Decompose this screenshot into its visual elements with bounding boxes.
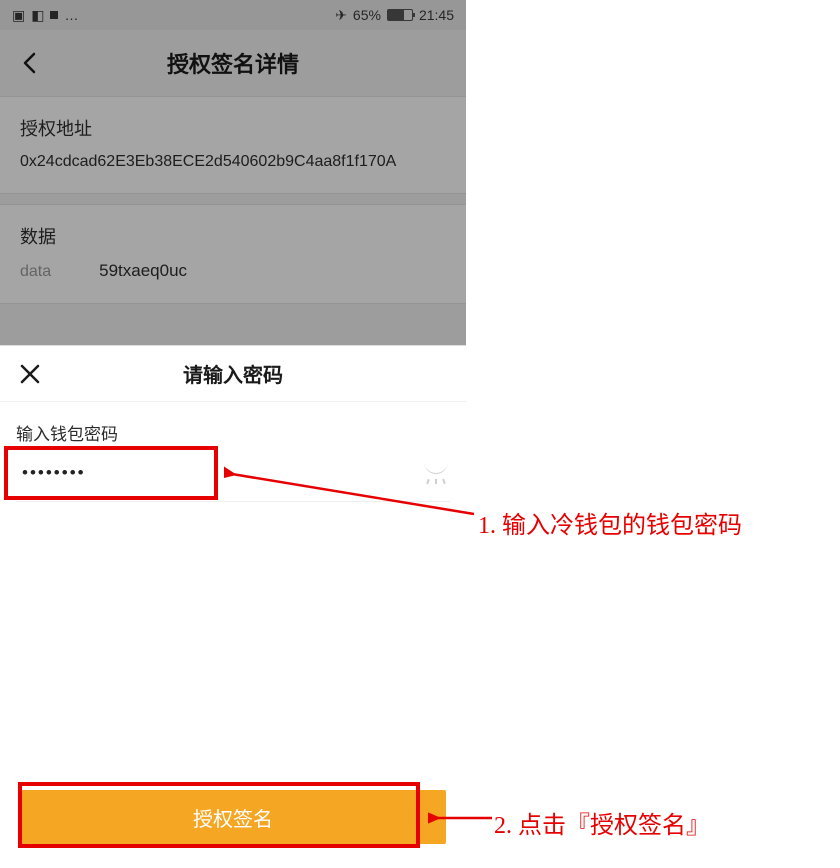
password-field-label: 输入钱包密码 [16,420,450,445]
auth-address-value: 0x24cdcad62E3Eb38ECE2d540602b9C4aa8f1f17… [20,153,446,171]
data-key: data [20,263,51,281]
battery-percent: 65% [353,7,381,23]
status-left-icons: ▣ ◧ … [12,7,78,24]
battery-icon [387,9,413,21]
data-section: 数据 data 59txaeq0uc [0,204,466,304]
password-sheet: 请输入密码 输入钱包密码 授权签名 [0,346,466,868]
password-row [16,455,450,502]
sheet-header: 请输入密码 [0,346,466,402]
status-time: 21:45 [419,7,454,23]
phone-screen: ▣ ◧ … ✈ 65% 21:45 授权签名详情 [0,0,466,868]
sheet-footer: 授权签名 [0,774,466,868]
status-more: … [64,7,78,23]
status-bar: ▣ ◧ … ✈ 65% 21:45 [0,0,466,30]
data-section-label: 数据 [20,223,446,249]
page-title: 授权签名详情 [0,47,466,79]
annotation-text-2: 2. 点击『授权签名』 [494,805,710,840]
status-icon: ▣ [12,7,25,24]
data-row: data 59txaeq0uc [20,261,446,281]
status-icon [50,11,58,19]
auth-address-section: 授权地址 0x24cdcad62E3Eb38ECE2d540602b9C4aa8… [0,96,466,194]
annotation-text-1: 1. 输入冷钱包的钱包密码 [478,505,742,540]
airplane-mode-icon: ✈ [335,7,347,24]
auth-address-label: 授权地址 [20,115,446,141]
status-right: ✈ 65% 21:45 [335,7,454,24]
authorize-sign-button[interactable]: 授权签名 [20,790,446,844]
sheet-title: 请输入密码 [0,359,466,388]
toggle-password-visibility[interactable] [424,466,450,480]
data-value: 59txaeq0uc [99,261,187,281]
sheet-body: 输入钱包密码 [0,402,466,774]
nav-bar: 授权签名详情 [0,30,466,96]
password-input[interactable] [16,455,414,491]
status-icon: ◧ [31,7,44,24]
